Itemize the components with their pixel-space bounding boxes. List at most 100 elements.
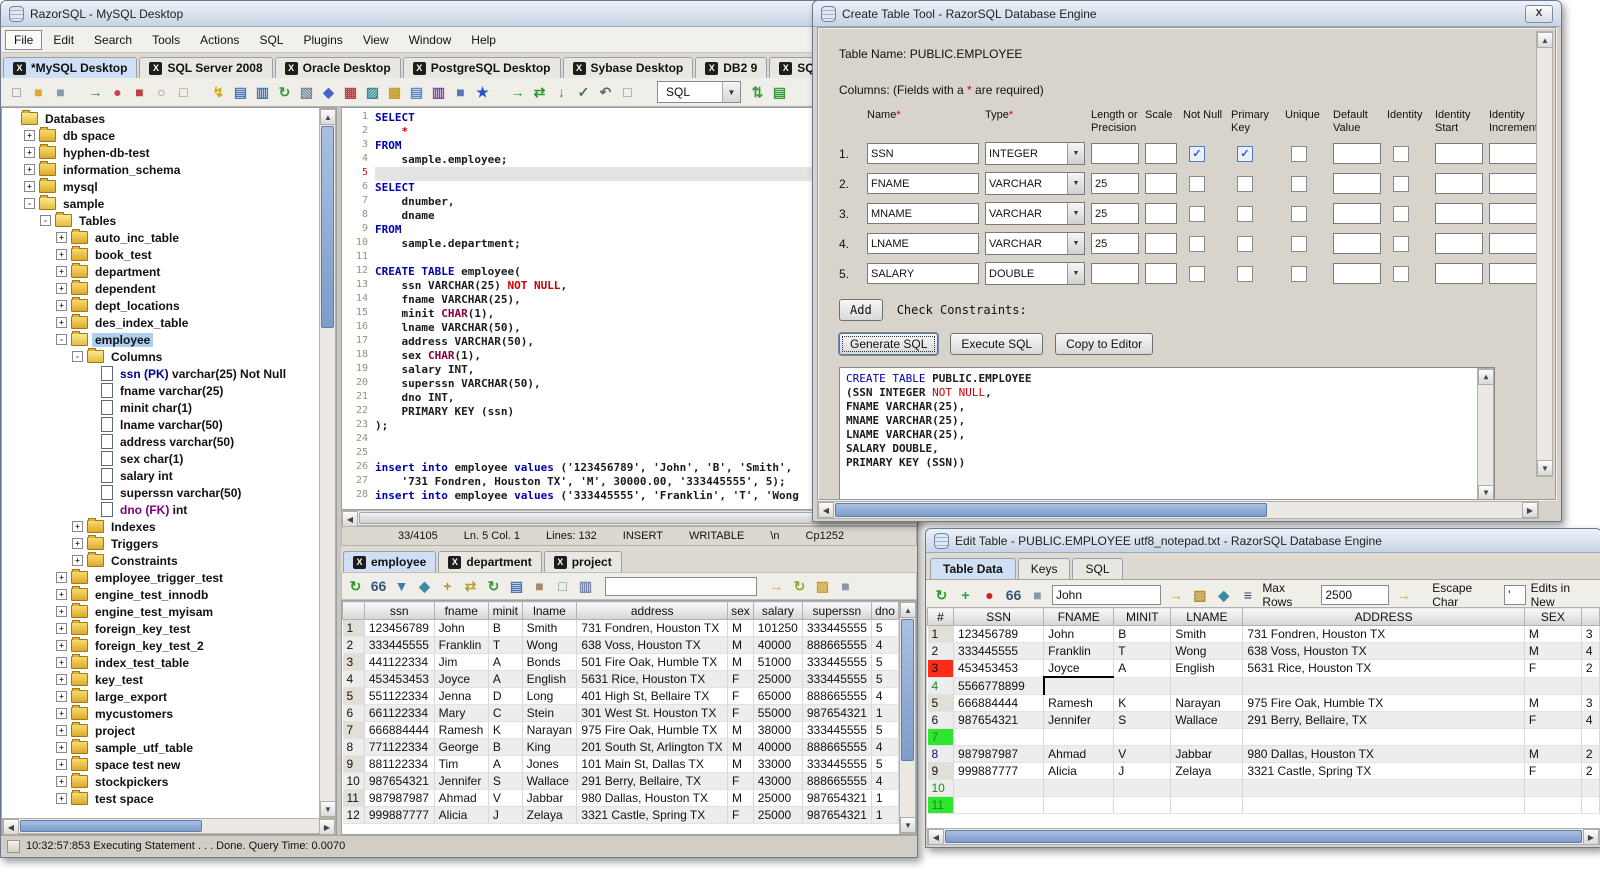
table-row[interactable]: 3 441122334 Jim A Bonds 501 Fire Oak, Humble … [342,653,900,671]
insert-row-icon[interactable]: + [438,577,457,596]
cell[interactable]: 1 [871,789,900,807]
expand-icon[interactable]: + [56,300,67,311]
default-value-input[interactable] [1333,263,1381,284]
row-number[interactable]: 1 [342,619,365,637]
chevron-down-icon[interactable]: ▼ [1067,203,1084,224]
expand-icon[interactable]: + [56,657,67,668]
go-icon[interactable]: → [1166,586,1185,605]
add-column-button[interactable]: Add [839,299,883,321]
row-number[interactable]: 5 [342,687,365,705]
fetch-icon[interactable]: ↓ [552,83,571,102]
main-titlebar[interactable]: RazorSQL - MySQL Desktop [1,1,917,27]
db-stack-icon[interactable]: ▦ [341,83,360,102]
cell[interactable] [1524,677,1582,695]
column-header[interactable]: ssn [363,601,435,620]
table-row[interactable]: 7 [927,728,1600,746]
cell[interactable] [1242,796,1525,814]
cell[interactable]: Jennifer [434,772,489,790]
table-row[interactable]: 11 987987987 Ahmad V Jabbar 980 Dallas, Houst… [342,789,900,807]
cell[interactable]: 888665555 [802,636,872,654]
expand-icon[interactable]: + [56,623,67,634]
default-value-input[interactable] [1333,143,1381,164]
table-row[interactable]: 2 333445555 Franklin T Wong 638 Voss, Houston… [927,642,1600,660]
create-table-titlebar[interactable]: Create Table Tool - RazorSQL Database En… [813,1,1561,27]
cell[interactable]: A [488,670,523,688]
expand-icon[interactable]: + [56,691,67,702]
cell[interactable]: 51000 [753,653,803,671]
not-null-checkbox[interactable]: ✓ [1189,145,1205,162]
cell[interactable] [1113,728,1172,746]
cell[interactable]: 291 Berry, Bellaire, TX [1242,711,1525,729]
refresh-db-icon[interactable]: ↻ [275,83,294,102]
results-list-icon[interactable]: ▤ [770,83,789,102]
expand-icon[interactable]: + [56,640,67,651]
length-input[interactable]: 25 [1091,233,1139,254]
tree-item[interactable]: + auto_inc_table [2,229,319,246]
cell[interactable]: 666884444 [364,721,435,739]
cell[interactable]: 4 [1581,711,1600,729]
edit-table-grid[interactable]: # SSN FNAME MINIT LNAME ADDRESS SEX 1 123456789 J… [927,607,1600,814]
cell[interactable]: A [488,755,523,773]
cell[interactable]: Ramesh [1043,694,1115,712]
cell[interactable]: 881122334 [364,755,435,773]
column-header[interactable]: MINIT [1113,607,1172,626]
cell[interactable]: B [1113,625,1172,643]
cell[interactable]: M [1524,694,1582,712]
go-max-rows-icon[interactable]: → [1394,586,1413,605]
column-header[interactable]: superssn [801,601,872,620]
scroll-right-icon[interactable]: ▶ [1583,829,1599,845]
tree-item[interactable]: + key_test [2,671,319,688]
expand-icon[interactable]: + [56,572,67,583]
close-tab-icon[interactable]: X [284,61,298,75]
scroll-up-icon[interactable]: ▲ [320,109,336,125]
close-tab-icon[interactable]: X [13,61,26,75]
scroll-down-icon[interactable]: ▼ [1537,460,1553,476]
connection-tab[interactable]: X *MySQL Desktop [3,57,138,78]
go-icon[interactable]: → [767,577,786,596]
cell[interactable]: M [727,721,754,739]
cell[interactable]: C [488,704,523,722]
cell[interactable] [1242,728,1525,746]
cell[interactable]: 5 [871,670,900,688]
cell[interactable]: 999887777 [364,806,435,824]
cell[interactable] [1170,796,1244,814]
cell[interactable]: F [727,772,754,790]
cell[interactable]: K [488,721,523,739]
column-header[interactable]: # [927,607,955,626]
cell[interactable] [1581,779,1600,797]
tree-item[interactable]: - Tables [2,212,319,229]
cell[interactable]: 638 Voss, Houston TX [576,636,729,654]
cell[interactable]: 40000 [753,738,803,756]
type-select[interactable]: DOUBLE ▼ [985,262,1085,285]
scale-input[interactable] [1145,173,1177,194]
copy-results-icon[interactable]: □ [553,577,572,596]
cell[interactable]: Zelaya [1170,762,1244,780]
max-rows-input[interactable]: 2500 [1321,585,1390,605]
close-tab-icon[interactable]: X [149,61,163,75]
tree-item[interactable]: - Columns [2,348,319,365]
row-number[interactable]: 3 [927,659,955,678]
checklist-icon[interactable]: ▤ [507,577,526,596]
chevron-down-icon[interactable]: ▼ [722,82,740,102]
cell[interactable]: Tim [434,755,489,773]
tree-item[interactable]: + project [2,722,319,739]
identity-increment-input[interactable] [1489,173,1541,194]
refresh-results-icon[interactable]: ↻ [346,577,365,596]
expand-icon[interactable]: + [56,606,67,617]
cell[interactable] [1113,796,1172,814]
cell[interactable] [1581,796,1600,814]
filter-table-icon[interactable]: ▤ [407,83,426,102]
cell[interactable]: 731 Fondren, Houston TX [1242,625,1525,643]
close-tab-icon[interactable]: X [779,61,793,75]
tree-item[interactable]: + dept_locations [2,297,319,314]
execute-icon[interactable]: → [508,83,527,102]
paste-results-icon[interactable]: ▥ [576,577,595,596]
save-icon[interactable]: ■ [1028,586,1047,605]
expand-icon[interactable]: + [56,793,67,804]
scrollbar-thumb[interactable] [945,830,1582,843]
column-header[interactable]: LNAME [1170,607,1244,626]
type-select[interactable]: VARCHAR ▼ [985,202,1085,225]
expand-icon[interactable]: + [56,725,67,736]
cell[interactable] [1170,728,1244,746]
table-row[interactable]: 9 999887777 Alicia J Zelaya 3321 Castle, Spri… [927,762,1600,780]
